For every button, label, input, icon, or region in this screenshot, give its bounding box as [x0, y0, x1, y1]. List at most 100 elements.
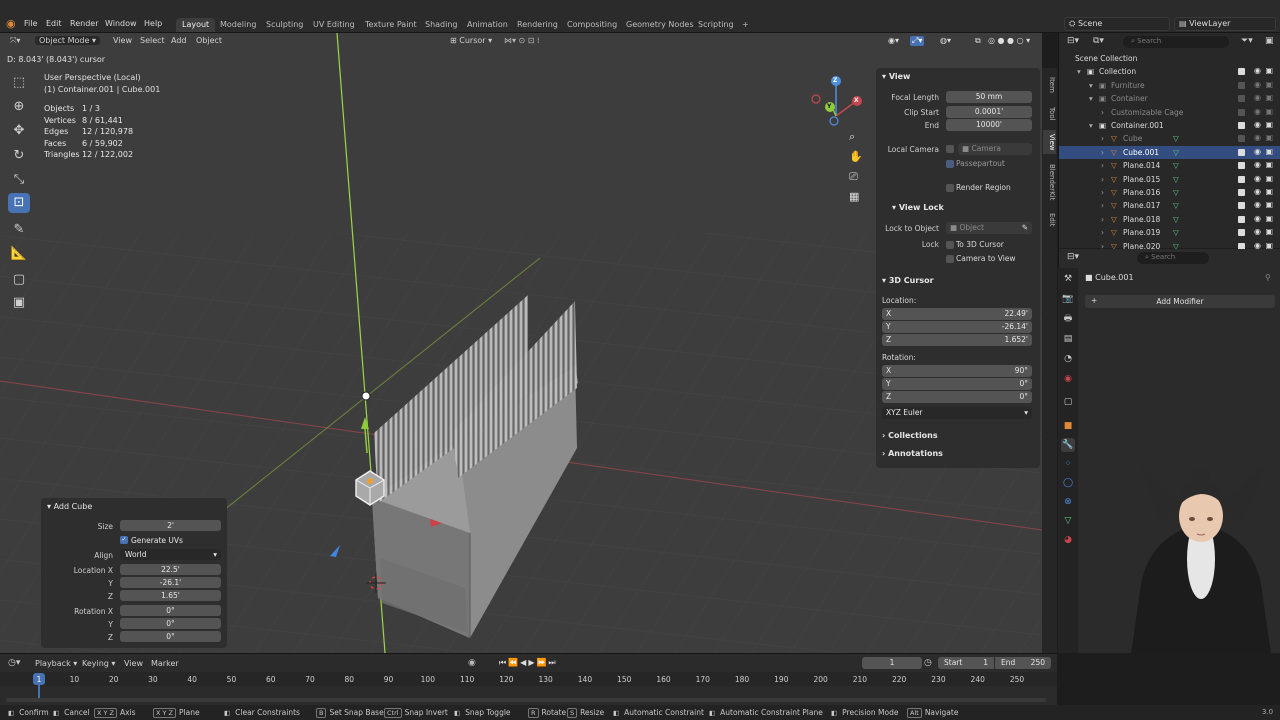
mesh-data-icon[interactable]: ▽	[1173, 134, 1179, 143]
mesh-data-icon[interactable]: ▽	[1173, 215, 1179, 224]
end-frame-field[interactable]: End 250	[995, 657, 1051, 669]
render-camera-icon[interactable]: ▣	[1265, 200, 1273, 209]
render-camera-icon[interactable]: ▣	[1265, 66, 1273, 75]
menu-object[interactable]: Object	[196, 36, 222, 45]
passepartout-checkbox[interactable]	[946, 160, 954, 168]
visibility-eye-icon[interactable]: ◉	[1254, 133, 1261, 142]
view-layer-tab-icon[interactable]: ▤	[1061, 332, 1075, 346]
tab-rendering[interactable]: Rendering	[511, 18, 564, 32]
record-icon[interactable]: ◉	[468, 658, 476, 668]
view-section-header[interactable]: ▾ View	[882, 72, 910, 81]
mesh-data-icon[interactable]: ▽	[1173, 148, 1179, 157]
physics-tab-icon[interactable]: ◯	[1061, 476, 1075, 490]
outliner-row[interactable]: › ▽ Plane.019 ▽ ◉ ▣	[1059, 226, 1280, 239]
expand-chevron-icon[interactable]: ›	[1101, 215, 1104, 224]
visibility-eye-icon[interactable]: ◉	[1254, 66, 1261, 75]
visibility-eye-icon[interactable]: ◉	[1254, 227, 1261, 236]
output-tab-icon[interactable]: 🖶	[1061, 312, 1075, 326]
outliner-editor-icon[interactable]: ⊟▾	[1067, 36, 1079, 46]
exclude-checkbox[interactable]	[1238, 68, 1245, 76]
render-camera-icon[interactable]: ▣	[1265, 174, 1273, 183]
outliner-row[interactable]: › ▽ Plane.014 ▽ ◉ ▣	[1059, 159, 1280, 172]
properties-search-input[interactable]: ⌕ Search	[1137, 252, 1209, 264]
measure-tool-icon[interactable]: 📐	[8, 244, 30, 264]
clock-icon[interactable]: ◷	[924, 658, 932, 668]
mesh-data-icon[interactable]: ▽	[1173, 175, 1179, 184]
exclude-checkbox[interactable]	[1238, 122, 1245, 129]
data-tab-icon[interactable]: ▽	[1061, 514, 1075, 528]
filter-icon[interactable]: ⏷▾	[1241, 36, 1253, 46]
visibility-eye-icon[interactable]: ◉	[1254, 80, 1261, 89]
rotation-x-field[interactable]: 0°	[120, 605, 221, 616]
tab-scripting[interactable]: Scripting	[692, 18, 740, 32]
properties-editor-icon[interactable]: ⊟▾	[1067, 252, 1079, 262]
gizmo-toggle-icon[interactable]: ⤢▾	[910, 36, 925, 46]
render-camera-icon[interactable]: ▣	[1265, 80, 1273, 89]
to-3d-cursor-checkbox[interactable]	[946, 241, 954, 249]
exclude-checkbox[interactable]	[1238, 135, 1245, 143]
outliner-row[interactable]: ▾ ▣ Container.001 ◉ ▣	[1059, 119, 1280, 132]
expand-chevron-icon[interactable]: ›	[1101, 175, 1104, 184]
tab-geometry-nodes[interactable]: Geometry Nodes	[620, 18, 699, 32]
timeline-view-menu[interactable]: View	[124, 659, 143, 668]
tab-modeling[interactable]: Modeling	[214, 18, 262, 32]
render-camera-icon[interactable]: ▣	[1265, 107, 1273, 116]
render-camera-icon[interactable]: ▣	[1265, 147, 1273, 156]
pin-icon[interactable]: ⚲	[1265, 273, 1271, 282]
outliner-row[interactable]: ▾ ▣ Collection ◉ ▣	[1059, 65, 1280, 78]
shading-modes-icon[interactable]: ◎ ● ● ○ ▾	[988, 36, 1030, 45]
menu-render[interactable]: Render	[70, 19, 98, 28]
add-workspace-button[interactable]: +	[736, 18, 755, 32]
tab-sculpting[interactable]: Sculpting	[260, 18, 309, 32]
cursor-rot-x-field[interactable]: X 90°	[882, 365, 1032, 377]
cursor-loc-y-field[interactable]: Y -26.14'	[882, 321, 1032, 333]
generate-uvs-checkbox[interactable]: ✓	[120, 536, 128, 544]
render-camera-icon[interactable]: ▣	[1265, 133, 1273, 142]
menu-add[interactable]: Add	[171, 36, 187, 45]
outliner-row[interactable]: › ▽ Cube ▽ ◉ ▣	[1059, 132, 1280, 145]
exclude-checkbox[interactable]	[1238, 189, 1245, 196]
cursor-loc-z-field[interactable]: Z 1.652'	[882, 334, 1032, 346]
overlay-icon[interactable]: ◍▾	[940, 36, 951, 45]
outliner-row[interactable]: Scene Collection	[1059, 52, 1280, 65]
cursor-tool-icon[interactable]: ⊕	[8, 97, 30, 117]
visibility-eye-icon[interactable]: ◉	[1254, 187, 1261, 196]
exclude-checkbox[interactable]	[1238, 95, 1245, 103]
view-lock-header[interactable]: ▾ View Lock	[892, 203, 944, 212]
exclude-checkbox[interactable]	[1238, 202, 1245, 210]
expand-chevron-icon[interactable]: ▾	[1077, 67, 1081, 76]
scene-tab-icon[interactable]: ◔	[1061, 352, 1075, 366]
lock-object-field[interactable]: ■ Object ✎	[946, 222, 1032, 234]
mode-selector[interactable]: Object Mode ▾	[35, 36, 100, 45]
collections-header[interactable]: › Collections	[882, 431, 938, 440]
expand-chevron-icon[interactable]: ▾	[1089, 94, 1093, 103]
exclude-checkbox[interactable]	[1238, 175, 1245, 183]
visibility-eye-icon[interactable]: ◉	[1254, 93, 1261, 102]
display-mode-icon[interactable]: ⧉▾	[1093, 36, 1104, 46]
blender-logo-icon[interactable]: ◉	[6, 18, 20, 30]
timeline-editor-icon[interactable]: ◷▾	[8, 658, 20, 668]
tab-edit[interactable]: Edit	[1043, 210, 1056, 230]
select-box-icon[interactable]: ⬚	[8, 73, 30, 93]
collection-tab-icon[interactable]: ▢	[1061, 395, 1075, 409]
tab-texture-paint[interactable]: Texture Paint	[359, 18, 423, 32]
object-tab-icon[interactable]: ■	[1061, 419, 1075, 433]
clip-end-field[interactable]: 10000'	[946, 119, 1032, 131]
tab-view[interactable]: View	[1043, 130, 1056, 154]
mesh-data-icon[interactable]: ▽	[1173, 201, 1179, 210]
exclude-checkbox[interactable]	[1238, 148, 1245, 156]
render-camera-icon[interactable]: ▣	[1265, 120, 1273, 129]
xray-icon[interactable]: ⧉	[975, 36, 981, 46]
timeline-scrollbar[interactable]	[6, 698, 1046, 702]
expand-chevron-icon[interactable]: ›	[1101, 108, 1104, 117]
world-tab-icon[interactable]: ◉	[1061, 372, 1075, 386]
orientation-selector[interactable]: ⊞ Cursor ▾	[450, 36, 492, 45]
visibility-eye-icon[interactable]: ◉	[1254, 147, 1261, 156]
particles-tab-icon[interactable]: ⁘	[1061, 457, 1075, 471]
view-layer-selector[interactable]: ▤ ViewLayer	[1174, 17, 1276, 31]
outliner-row[interactable]: › ▽ Plane.017 ▽ ◉ ▣	[1059, 199, 1280, 212]
menu-window[interactable]: Window	[105, 19, 137, 28]
editor-type-icon[interactable]: ⤧▾	[10, 36, 20, 46]
outliner-row[interactable]: ▾ ▣ Container ◉ ▣	[1059, 92, 1280, 105]
render-camera-icon[interactable]: ▣	[1265, 227, 1273, 236]
